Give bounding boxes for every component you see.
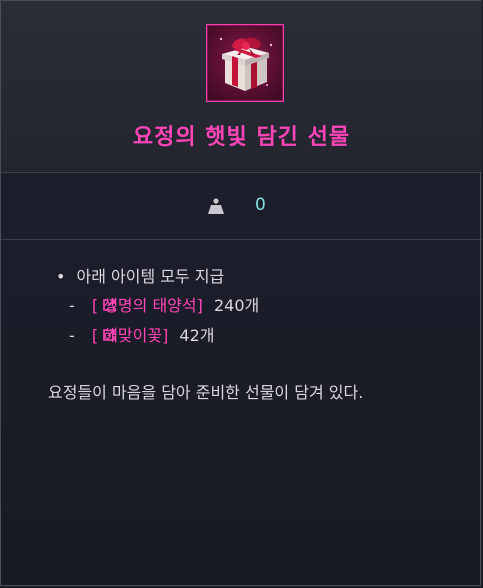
list-item: - [ 해맞이꽃] 42개: [69, 322, 215, 346]
gift-box-icon: [219, 37, 273, 91]
weight-value: 0: [255, 195, 266, 215]
contents-header-line: • 아래 아이템 모두 지급: [56, 263, 224, 287]
external-link-icon: [103, 299, 115, 311]
weight-row: 0: [1, 173, 482, 240]
dash: -: [69, 326, 75, 345]
item-link-sunstone[interactable]: [ 생명의 태양석]: [92, 296, 208, 315]
flavor-text: 요정들이 마음을 담아 준비한 선물이 담겨 있다.: [48, 383, 364, 402]
dash: -: [69, 296, 75, 315]
tooltip-header: 요정의 햇빛 담긴 선물: [1, 1, 482, 173]
item-icon-frame: [206, 24, 284, 102]
item-quantity: 42개: [179, 326, 215, 345]
item-quantity: 240개: [213, 296, 260, 315]
list-item: - [ 생명의 태양석] 240개: [69, 292, 259, 316]
weight-icon: [208, 198, 224, 214]
external-link-icon: [103, 329, 115, 341]
item-tooltip-panel: 요정의 햇빛 담긴 선물 0 • 아래 아이템 모두 지급 - [ 생명의 태양…: [0, 0, 482, 586]
item-link-sunrise-flower[interactable]: [ 해맞이꽃]: [92, 326, 174, 345]
contents-header: 아래 아이템 모두 지급: [76, 267, 225, 286]
item-name: 요정의 햇빛 담긴 선물: [132, 125, 351, 150]
bullet: •: [56, 267, 66, 286]
